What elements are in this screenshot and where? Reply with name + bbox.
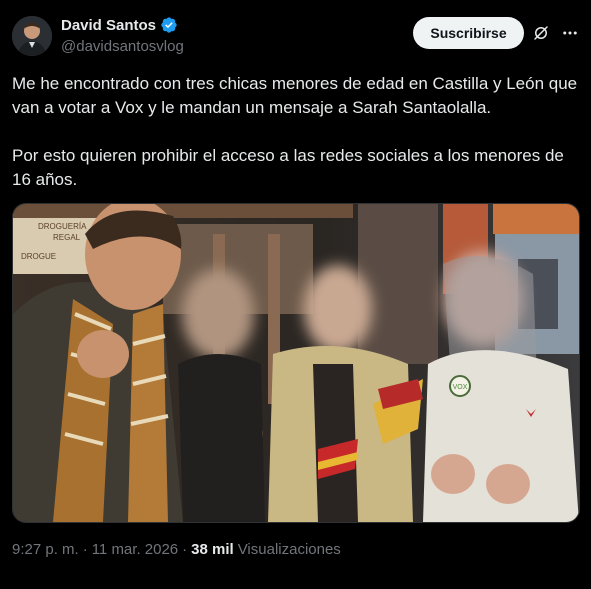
author-handle[interactable]: @davidsantosvlog	[61, 38, 184, 55]
tweet-time[interactable]: 9:27 p. m.	[12, 541, 79, 558]
grok-icon[interactable]	[532, 24, 550, 42]
tweet-video[interactable]: VOX DROGUERÍA REGAL DROGUE	[12, 203, 580, 523]
tweet: David Santos @davidsantosvlog Suscribirs…	[0, 0, 591, 589]
sign-text-1: DROGUERÍA	[38, 222, 87, 231]
avatar[interactable]	[12, 16, 52, 56]
verified-badge-icon	[161, 17, 177, 33]
sign-text-3: DROGUE	[21, 252, 56, 261]
more-options-icon[interactable]	[561, 24, 579, 42]
vox-badge-text: VOX	[453, 384, 468, 391]
tweet-text: Me he encontrado con tres chicas menores…	[12, 74, 578, 189]
video-frame: VOX DROGUERÍA REGAL DROGUE	[13, 204, 579, 522]
tweet-meta: 9:27 p. m. · 11 mar. 2026 · 38 mil Visua…	[12, 541, 341, 558]
tweet-date[interactable]: 11 mar. 2026	[92, 541, 178, 558]
author-name[interactable]: David Santos	[61, 17, 156, 34]
sign-text-2: REGAL	[53, 233, 81, 242]
meta-separator: ·	[82, 541, 88, 558]
author-name-row[interactable]: David Santos	[61, 16, 178, 34]
views-count: 38 mil	[191, 541, 234, 558]
meta-separator: ·	[182, 541, 188, 558]
views-label: Visualizaciones	[237, 541, 341, 558]
subscribe-button[interactable]: Suscribirse	[413, 17, 524, 49]
